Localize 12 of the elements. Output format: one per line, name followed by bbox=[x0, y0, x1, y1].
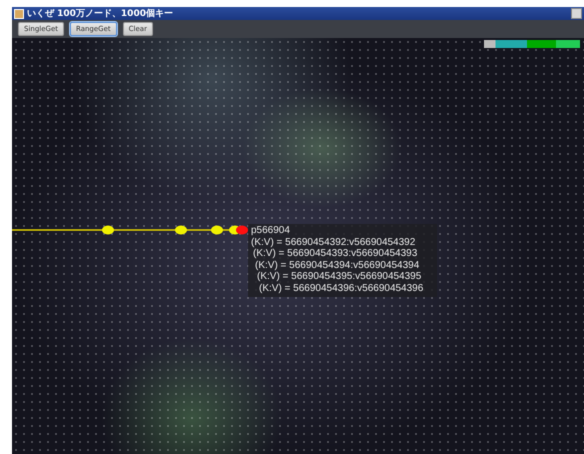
tooltip-line: (K:V) = 56690454393:v56690454393 bbox=[252, 248, 418, 260]
graph-node[interactable] bbox=[175, 226, 187, 234]
tooltip-line: (K:V) = 56690454392:v56690454392 bbox=[251, 236, 416, 248]
tooltip-line: (K:V) = 56690454395:v56690454395 bbox=[256, 271, 422, 282]
graph-node[interactable] bbox=[102, 226, 114, 234]
graph-node[interactable] bbox=[236, 226, 248, 234]
window-title: いくぜ 100万ノード、1000個キー bbox=[27, 8, 174, 20]
tooltip-line: (K:V) = 56690454394:v56690454394 bbox=[254, 260, 420, 271]
graph-node[interactable] bbox=[211, 226, 223, 234]
tooltip-title: p566904 bbox=[251, 225, 291, 236]
app-icon bbox=[14, 8, 24, 18]
tooltip-line: (K:V) = 56690454396:v56690454396 bbox=[258, 282, 424, 294]
